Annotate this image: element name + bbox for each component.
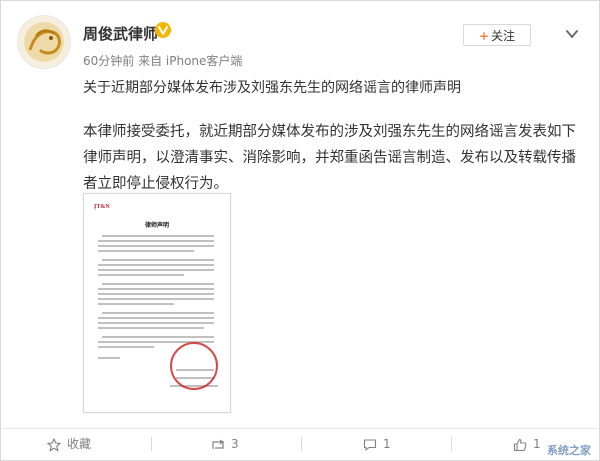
divider — [301, 437, 302, 451]
star-icon — [46, 437, 62, 452]
action-bar: 收藏 3 1 1 — [1, 428, 599, 459]
attached-statement-image[interactable]: ĮT&N 律师声明 — [83, 193, 231, 413]
chevron-down-icon[interactable] — [563, 25, 581, 43]
like-button[interactable]: 1 — [513, 429, 541, 459]
follow-button[interactable]: + 关注 — [463, 24, 531, 46]
comment-icon — [363, 438, 377, 451]
author-name[interactable]: 周俊武律师 — [83, 23, 158, 44]
divider — [451, 437, 452, 451]
follow-label: 关注 — [491, 29, 516, 43]
post-meta: 60分钟前 来自 iPhone客户端 — [83, 54, 243, 68]
comment-count: 1 — [383, 437, 391, 451]
verified-icon — [154, 21, 172, 39]
favorite-button[interactable]: 收藏 — [46, 429, 92, 459]
comment-button[interactable]: 1 — [363, 429, 391, 459]
favorite-label: 收藏 — [67, 437, 92, 451]
repost-button[interactable]: 3 — [211, 429, 239, 459]
post-headline: 关于近期部分媒体发布涉及刘强东先生的网络谣言的律师声明 — [83, 80, 461, 96]
thumbs-up-icon — [513, 438, 527, 451]
divider — [151, 437, 152, 451]
repost-count: 3 — [231, 437, 239, 451]
site-watermark: 系统之家 — [547, 444, 591, 457]
weibo-post-card: 周俊武律师 60分钟前 来自 iPhone客户端 + 关注 关于近期部分媒体发布涉… — [0, 0, 600, 461]
author-avatar[interactable] — [17, 15, 71, 69]
plus-icon: + — [478, 29, 490, 43]
like-count: 1 — [533, 437, 541, 451]
repost-icon — [212, 439, 224, 449]
post-body: 本律师接受委托，就近期部分媒体发布的涉及刘强东先生的网络谣言发表如下律师声明，以… — [83, 124, 576, 192]
red-seal-stamp — [170, 342, 218, 390]
